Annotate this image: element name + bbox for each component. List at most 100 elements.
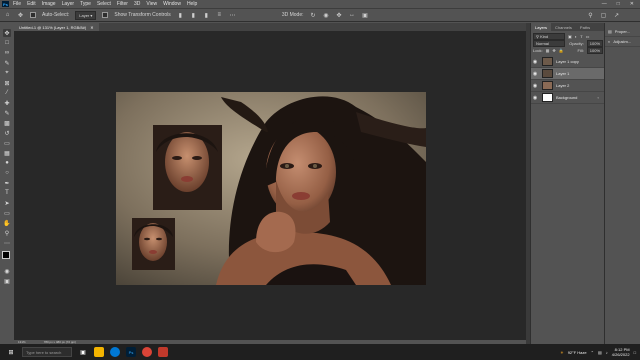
menu-help[interactable]: Help (187, 1, 197, 7)
3d-slide-icon[interactable]: ↔ (349, 12, 356, 19)
hand-tool-icon[interactable]: ✋ (3, 219, 11, 227)
properties-panel-button[interactable]: ▤ Proper... (605, 27, 640, 37)
windows-start-icon[interactable]: ⊞ (6, 347, 16, 357)
quick-mask-icon[interactable]: ◉ (3, 267, 11, 275)
maximize-icon[interactable]: □ (617, 1, 620, 7)
workspace-icon[interactable]: ▢ (600, 12, 607, 19)
brush-tool-icon[interactable]: ✎ (3, 109, 11, 117)
menu-window[interactable]: Window (163, 1, 181, 7)
move-tool-icon[interactable]: ✥ (3, 29, 11, 37)
gradient-tool-icon[interactable]: ▦ (3, 149, 11, 157)
clone-stamp-tool-icon[interactable]: ▩ (3, 119, 11, 127)
menu-edit[interactable]: Edit (27, 1, 36, 7)
menu-type[interactable]: Type (80, 1, 91, 7)
more-options-icon[interactable]: ⋯ (229, 12, 236, 19)
weather-text[interactable]: 92°F Haze (568, 350, 587, 355)
menu-layer[interactable]: Layer (62, 1, 75, 7)
search-icon[interactable]: ⚲ (587, 12, 594, 19)
eraser-tool-icon[interactable]: ▭ (3, 139, 11, 147)
chrome-icon[interactable] (142, 347, 152, 357)
history-brush-tool-icon[interactable]: ↺ (3, 129, 11, 137)
document-canvas[interactable] (116, 92, 426, 285)
tab-channels[interactable]: Channels (551, 23, 576, 31)
layer-name[interactable]: Layer 2 (556, 83, 569, 88)
auto-select-checkbox[interactable] (30, 12, 36, 18)
3d-scale-icon[interactable]: ▣ (362, 12, 369, 19)
more-tools-icon[interactable]: ⋯ (3, 239, 11, 247)
lock-pixels-icon[interactable]: ▦ (546, 48, 550, 53)
crop-tool-icon[interactable]: ⌖ (3, 69, 11, 77)
notifications-icon[interactable]: □ (634, 350, 636, 355)
photoshop-logo-icon[interactable]: Ps (2, 1, 9, 7)
fill-field[interactable]: 100% (586, 47, 603, 54)
tray-chevron-icon[interactable]: ⌃ (591, 350, 594, 355)
file-explorer-icon[interactable] (94, 347, 104, 357)
document-tab[interactable]: Untitled-1 @ 131% (Layer 1, RGB/8#) ✕ (14, 23, 99, 31)
layer-row-layer-1[interactable]: ◉ Layer 1 (531, 68, 605, 80)
layer-name[interactable]: Layer 1 copy (556, 59, 579, 64)
screen-mode-icon[interactable]: ▣ (3, 277, 11, 285)
layer-name[interactable]: Layer 1 (556, 71, 569, 76)
3d-pan-icon[interactable]: ✥ (336, 12, 343, 19)
visibility-eye-icon[interactable]: ◉ (531, 83, 539, 89)
move-tool-preset-icon[interactable]: ✥ (17, 12, 24, 19)
frame-tool-icon[interactable]: ⊠ (3, 79, 11, 87)
edge-browser-icon[interactable] (110, 347, 120, 357)
filter-type-icon[interactable]: T (580, 34, 582, 39)
filter-adjust-icon[interactable]: ◐ (575, 34, 577, 39)
menu-image[interactable]: Image (42, 1, 56, 7)
menu-view[interactable]: View (146, 1, 157, 7)
zoom-tool-icon[interactable]: ⚲ (3, 229, 11, 237)
home-icon[interactable]: ⌂ (4, 12, 11, 19)
3d-rotate-icon[interactable]: ↻ (310, 12, 317, 19)
menu-3d[interactable]: 3D (134, 1, 140, 7)
taskbar-search-input[interactable]: Type here to search (22, 347, 72, 357)
healing-brush-tool-icon[interactable]: ✚ (3, 99, 11, 107)
show-transform-checkbox[interactable] (102, 12, 109, 18)
tab-paths[interactable]: Paths (576, 23, 594, 31)
menu-filter[interactable]: Filter (117, 1, 128, 7)
distribute-icon[interactable]: ≡ (216, 12, 223, 19)
visibility-eye-icon[interactable]: ◉ (531, 71, 539, 77)
lock-all-icon[interactable]: 🔒 (559, 48, 564, 53)
layer-kind-filter[interactable]: ⚲ Kind (533, 33, 565, 40)
tab-layers[interactable]: Layers (531, 23, 552, 31)
close-icon[interactable]: ✕ (630, 1, 634, 7)
shape-tool-icon[interactable]: ▭ (3, 209, 11, 217)
pen-tool-icon[interactable]: ✒ (3, 179, 11, 187)
blur-tool-icon[interactable]: ● (3, 159, 11, 167)
filter-pixel-icon[interactable]: ▣ (568, 34, 572, 39)
foreground-color-swatch[interactable] (2, 251, 10, 259)
align-left-icon[interactable]: ▮ (177, 12, 184, 19)
menu-select[interactable]: Select (97, 1, 111, 7)
layer-row-background[interactable]: ◉ Background ▫ (531, 92, 605, 104)
share-icon[interactable]: ↗ (613, 12, 620, 19)
minimize-icon[interactable]: — (602, 1, 607, 7)
auto-select-dropdown[interactable]: Layer ▾ (75, 10, 97, 20)
opacity-field[interactable]: 100% (586, 40, 603, 47)
align-center-icon[interactable]: ▮ (190, 12, 197, 19)
3d-roll-icon[interactable]: ◉ (323, 12, 330, 19)
layer-row-layer-2[interactable]: ◉ Layer 2 (531, 80, 605, 92)
recorder-app-icon[interactable] (158, 347, 168, 357)
volume-icon[interactable]: ♪ (606, 350, 608, 355)
visibility-eye-icon[interactable]: ◉ (531, 95, 539, 101)
lock-position-icon[interactable]: ✥ (552, 48, 555, 53)
close-tab-icon[interactable]: ✕ (90, 25, 93, 30)
layer-name[interactable]: Background (556, 95, 577, 100)
type-tool-icon[interactable]: T (3, 189, 11, 197)
visibility-eye-icon[interactable]: ◉ (531, 59, 539, 65)
dodge-tool-icon[interactable]: ○ (3, 169, 11, 177)
task-view-icon[interactable]: ▣ (78, 347, 88, 357)
layer-row-layer-1-copy[interactable]: ◉ Layer 1 copy (531, 56, 605, 68)
quick-select-tool-icon[interactable]: ✎ (3, 59, 11, 67)
path-selection-tool-icon[interactable]: ➤ (3, 199, 11, 207)
network-icon[interactable]: ▤ (598, 350, 602, 355)
lasso-tool-icon[interactable]: ∞ (3, 49, 11, 57)
align-right-icon[interactable]: ▮ (203, 12, 210, 19)
taskbar-clock[interactable]: 8:12 PM 4/26/2022 (612, 347, 630, 357)
marquee-tool-icon[interactable]: □ (3, 39, 11, 47)
menu-file[interactable]: File (13, 1, 21, 7)
filter-shape-icon[interactable]: ▭ (586, 34, 590, 39)
photoshop-taskbar-icon[interactable]: Ps (126, 347, 136, 357)
